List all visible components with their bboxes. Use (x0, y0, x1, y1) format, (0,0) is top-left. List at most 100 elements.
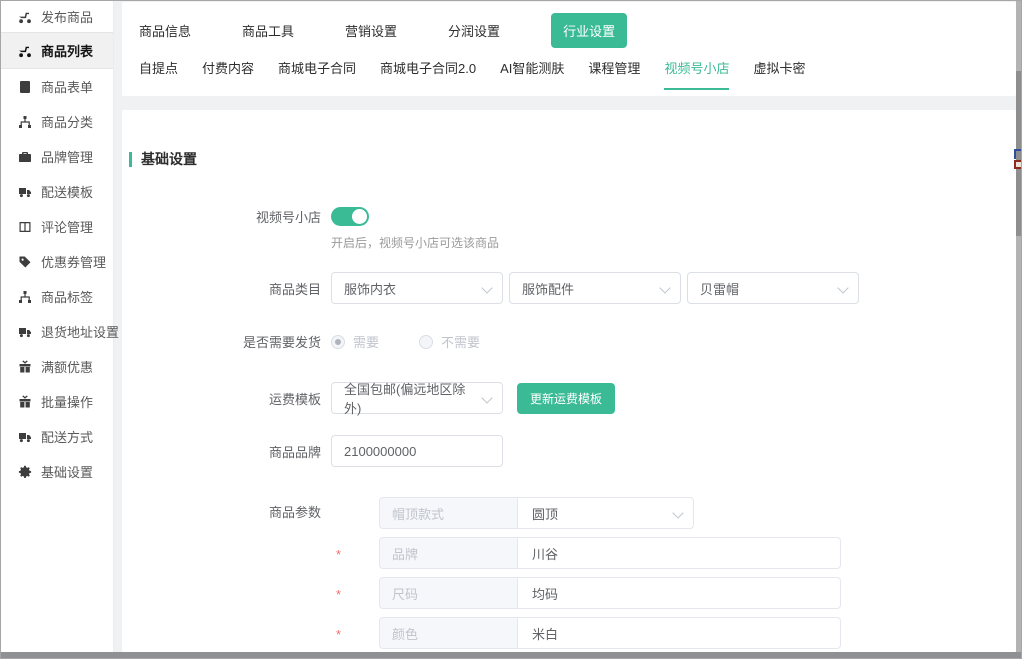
required-asterisk: * (331, 537, 379, 569)
sidebar-item-return-address[interactable]: 退货地址设置 (1, 314, 113, 349)
sidebar-item-label: 配送模板 (41, 182, 93, 201)
toggle-knob (352, 209, 367, 224)
sidebar-item-review-management[interactable]: 评论管理 (1, 209, 113, 244)
sidebar-item-label: 发布商品 (41, 7, 93, 26)
chevron-down-icon (672, 507, 683, 518)
sidebar-item-label: 商品表单 (41, 77, 93, 96)
param-value-input[interactable]: 均码 (518, 577, 841, 609)
required-asterisk: * (331, 617, 379, 649)
horizontal-scrollbar[interactable] (1, 652, 1021, 658)
tab-marketing-settings[interactable]: 营销设置 (345, 21, 397, 40)
tab-product-tools[interactable]: 商品工具 (242, 21, 294, 40)
tab-channels-shop[interactable]: 视频号小店 (664, 58, 729, 90)
sidebar-item-label: 基础设置 (41, 462, 93, 481)
settings-panel: 基础设置 视频号小店 开启后，视频号小店可选该商品 商品类目 服饰内衣 服饰配件 (122, 110, 1016, 652)
tag-icon (17, 254, 32, 269)
update-freight-template-button[interactable]: 更新运费模板 (517, 383, 615, 414)
param-rows: 帽顶款式 圆顶 * 品牌 川谷 * (331, 497, 841, 652)
freight-template-row: 运费模板 全国包邮(偏远地区除外) 更新运费模板 (122, 382, 1016, 414)
main-area: 商品信息 商品工具 营销设置 分润设置 行业设置 自提点 付费内容 商城电子合同… (114, 1, 1016, 652)
clipped-widget (1012, 149, 1021, 170)
sidebar-item-product-category[interactable]: 商品分类 (1, 104, 113, 139)
product-params-label: 商品参数 (122, 497, 331, 529)
document-icon (17, 79, 32, 94)
category-select-level2[interactable]: 服饰配件 (509, 272, 681, 304)
radio-unselected-icon (419, 335, 433, 349)
param-value: 均码 (532, 584, 558, 603)
sidebar-item-label: 退货地址设置 (41, 322, 119, 341)
sidebar-item-label: 商品分类 (41, 112, 93, 131)
param-row-brand: * 品牌 川谷 (331, 537, 841, 569)
vertical-scrollbar[interactable] (1016, 1, 1021, 652)
truck-icon (17, 184, 32, 199)
tab-course-management[interactable]: 课程管理 (588, 58, 640, 90)
sidebar-item-product-list[interactable]: 商品列表 (1, 32, 113, 69)
tab-product-info[interactable]: 商品信息 (139, 21, 191, 40)
category-select-level2-value: 服饰配件 (522, 279, 574, 298)
gift-icon (17, 359, 32, 374)
category-select-level3-value: 贝雷帽 (700, 279, 739, 298)
tab-pickup-point[interactable]: 自提点 (139, 58, 178, 90)
freight-template-select[interactable]: 全国包邮(偏远地区除外) (331, 382, 503, 414)
toggle-helper-text: 开启后，视频号小店可选该商品 (331, 234, 1016, 251)
primary-tabs: 商品信息 商品工具 营销设置 分润设置 行业设置 (122, 2, 1016, 46)
sitemap-icon (17, 289, 32, 304)
sidebar-item-delivery-method[interactable]: 配送方式 (1, 419, 113, 454)
sidebar-item-product-form[interactable]: 商品表单 (1, 69, 113, 104)
sidebar-item-delivery-template[interactable]: 配送模板 (1, 174, 113, 209)
channel-shop-toggle[interactable] (331, 207, 369, 226)
brand-label: 商品品牌 (122, 442, 331, 461)
tab-paid-content[interactable]: 付费内容 (202, 58, 254, 90)
param-name-box: 帽顶款式 (379, 497, 518, 529)
section-title: 基础设置 (141, 149, 197, 169)
tab-ai-skin-test[interactable]: AI智能测肤 (500, 58, 564, 90)
gear-icon (17, 464, 32, 479)
scooter-icon (17, 9, 32, 24)
sidebar-item-coupon-management[interactable]: 优惠券管理 (1, 244, 113, 279)
columns-icon (17, 219, 32, 234)
channel-shop-label: 视频号小店 (122, 207, 331, 226)
sidebar-item-label: 评论管理 (41, 217, 93, 236)
param-value: 圆顶 (532, 504, 558, 523)
radio-need-shipping-label: 需要 (353, 332, 379, 351)
sidebar-item-label: 商品列表 (41, 41, 93, 60)
brand-row: 商品品牌 2100000000 (122, 435, 1016, 467)
category-row: 商品类目 服饰内衣 服饰配件 贝雷帽 (122, 272, 1016, 304)
category-label: 商品类目 (122, 279, 331, 298)
radio-need-shipping[interactable]: 需要 (331, 332, 379, 351)
sidebar-item-publish-product[interactable]: 发布商品 (1, 1, 113, 32)
param-value-input[interactable]: 川谷 (518, 537, 841, 569)
param-row-color: * 颜色 米白 (331, 617, 841, 649)
chevron-down-icon (481, 282, 492, 293)
tab-profit-settings[interactable]: 分润设置 (448, 21, 500, 40)
param-value-select[interactable]: 圆顶 (518, 497, 694, 529)
sidebar-item-label: 商品标签 (41, 287, 93, 306)
truck-icon (17, 429, 32, 444)
param-name-box: 颜色 (379, 617, 518, 649)
param-row-cap-style: 帽顶款式 圆顶 (331, 497, 841, 529)
chevron-down-icon (481, 392, 492, 403)
shipping-required-label: 是否需要发货 (122, 332, 331, 351)
product-sidebar: 发布商品 商品列表 商品表单 商品分类 品牌管理 配送模板 评论管理 优惠券管理… (1, 1, 114, 652)
scooter-icon (17, 43, 32, 58)
sitemap-icon (17, 114, 32, 129)
param-value-input[interactable]: 米白 (518, 617, 841, 649)
required-asterisk: * (331, 577, 379, 609)
param-name-box: 品牌 (379, 537, 518, 569)
sidebar-item-batch-operation[interactable]: 批量操作 (1, 384, 113, 419)
tab-econtract-2[interactable]: 商城电子合同2.0 (380, 58, 476, 90)
sidebar-item-full-discount[interactable]: 满额优惠 (1, 349, 113, 384)
tab-econtract[interactable]: 商城电子合同 (278, 58, 356, 90)
sidebar-item-product-tags[interactable]: 商品标签 (1, 279, 113, 314)
brand-input[interactable]: 2100000000 (331, 435, 503, 467)
section-header: 基础设置 (122, 110, 1016, 169)
category-select-level3[interactable]: 贝雷帽 (687, 272, 859, 304)
sidebar-item-brand-management[interactable]: 品牌管理 (1, 139, 113, 174)
chevron-down-icon (659, 282, 670, 293)
tab-virtual-card[interactable]: 虚拟卡密 (753, 58, 805, 90)
param-star-placeholder (331, 497, 379, 529)
radio-no-shipping[interactable]: 不需要 (419, 332, 480, 351)
category-select-level1[interactable]: 服饰内衣 (331, 272, 503, 304)
tab-industry-settings-button[interactable]: 行业设置 (551, 13, 627, 48)
sidebar-item-basic-settings[interactable]: 基础设置 (1, 454, 113, 489)
